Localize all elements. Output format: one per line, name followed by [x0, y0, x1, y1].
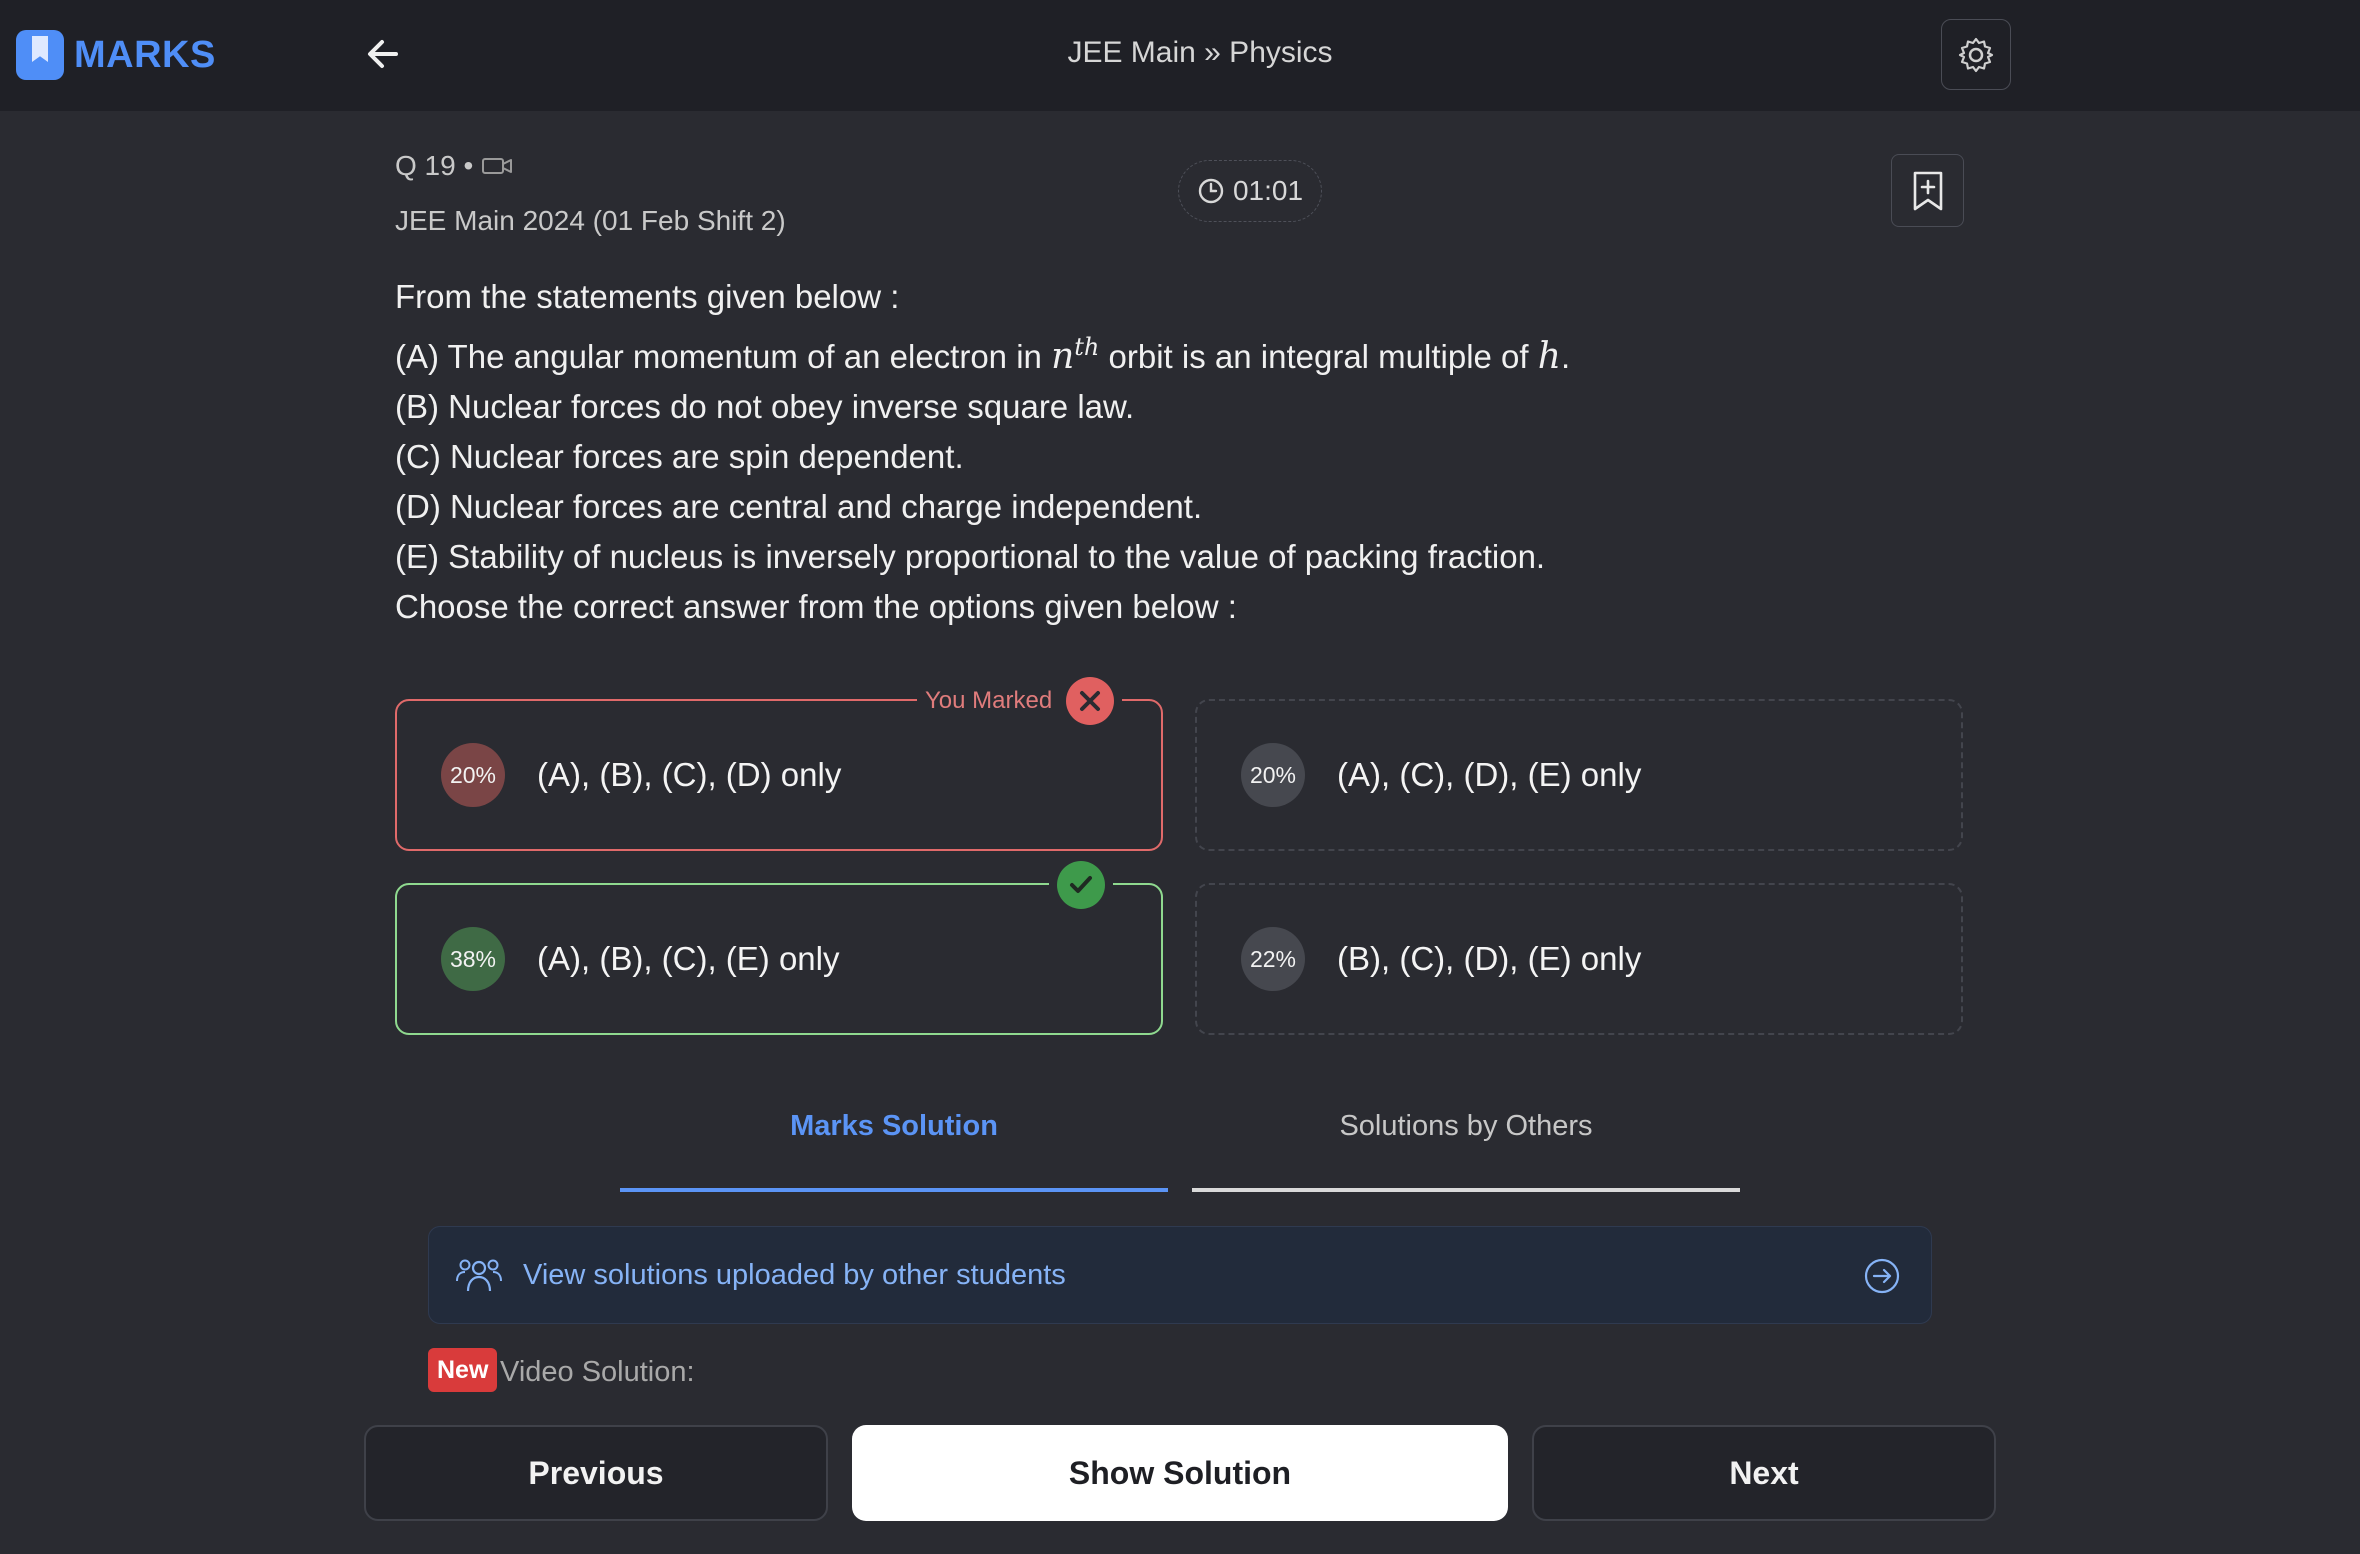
option-text: (A), (C), (D), (E) only [1337, 756, 1642, 793]
option-percent: 22% [1241, 927, 1305, 991]
option-text: (B), (C), (D), (E) only [1337, 940, 1642, 977]
tab-underline-inactive [1192, 1188, 1740, 1192]
top-bar: MARKS JEE Main » Physics [0, 0, 2360, 111]
option-4[interactable]: 22% (B), (C), (D), (E) only [1195, 883, 1963, 1035]
previous-button[interactable]: Previous [364, 1425, 828, 1521]
math-n: n [1051, 336, 1075, 377]
question-line: From the statements given below : [395, 278, 900, 315]
timer: 01:01 [1178, 160, 1322, 222]
tab-marks-solution[interactable]: Marks Solution [620, 1110, 1168, 1143]
tab-underline-active [620, 1188, 1168, 1192]
option-percent: 20% [441, 743, 505, 807]
option-percent: 38% [441, 927, 505, 991]
tab-solutions-by-others[interactable]: Solutions by Others [1192, 1110, 1740, 1143]
period: . [1560, 338, 1571, 375]
question-source: JEE Main 2024 (01 Feb Shift 2) [395, 205, 786, 236]
math-sup: th [1074, 333, 1100, 361]
question-number: Q 19 • [395, 150, 513, 182]
arrow-circle-right-icon [1864, 1258, 1900, 1294]
question-line: (B) Nuclear forces do not obey inverse s… [395, 388, 1135, 425]
banner-text: View solutions uploaded by other student… [523, 1258, 1066, 1291]
option-percent: 20% [1241, 743, 1305, 807]
close-x-icon [1066, 677, 1115, 725]
question-line-part: orbit is an integral multiple of [1108, 338, 1529, 375]
question-line: Choose the correct answer from the optio… [395, 588, 1237, 625]
option-text: (A), (B), (C), (E) only [537, 940, 840, 977]
you-marked-tag: You Marked [917, 677, 1123, 725]
video-camera-icon [482, 158, 513, 174]
option-1-marked-wrong[interactable]: You Marked 20% (A), (B), (C), (D) only [395, 677, 1163, 851]
settings-button[interactable] [1941, 19, 2011, 90]
bookmark-add-icon [1913, 171, 1942, 210]
bookmark-button[interactable] [1891, 154, 1964, 227]
settings-gear-icon [1958, 37, 1994, 72]
users-group-icon [456, 1259, 502, 1292]
view-other-solutions-banner[interactable]: View solutions uploaded by other student… [428, 1226, 1932, 1324]
question-line-part: (A) The angular momentum of an electron … [395, 338, 1042, 375]
question-text: From the statements given below : (A) Th… [395, 272, 1570, 632]
show-solution-button[interactable]: Show Solution [852, 1425, 1508, 1521]
video-solution-label: Video Solution: [500, 1356, 695, 1388]
question-line: (C) Nuclear forces are spin dependent. [395, 438, 964, 475]
math-n-th: nth [1051, 333, 1100, 377]
new-badge: New [428, 1348, 498, 1392]
question-line: (A) The angular momentum of an electron … [395, 322, 1570, 382]
you-marked-label: You Marked [925, 687, 1053, 714]
option-3-correct[interactable]: 38% (A), (B), (C), (E) only [395, 861, 1163, 1035]
option-2[interactable]: 20% (A), (C), (D), (E) only [1195, 699, 1963, 851]
question-line: (D) Nuclear forces are central and charg… [395, 488, 1203, 525]
clock-icon [1198, 178, 1224, 204]
correct-tag [1049, 861, 1113, 909]
next-button[interactable]: Next [1532, 1425, 1996, 1521]
question-line: (E) Stability of nucleus is inversely pr… [395, 538, 1546, 575]
timer-value: 01:01 [1232, 175, 1304, 206]
check-icon [1057, 861, 1105, 909]
math-h: h [1537, 336, 1561, 377]
question-number-label: Q 19 • [395, 150, 474, 181]
option-text: (A), (B), (C), (D) only [537, 756, 842, 793]
